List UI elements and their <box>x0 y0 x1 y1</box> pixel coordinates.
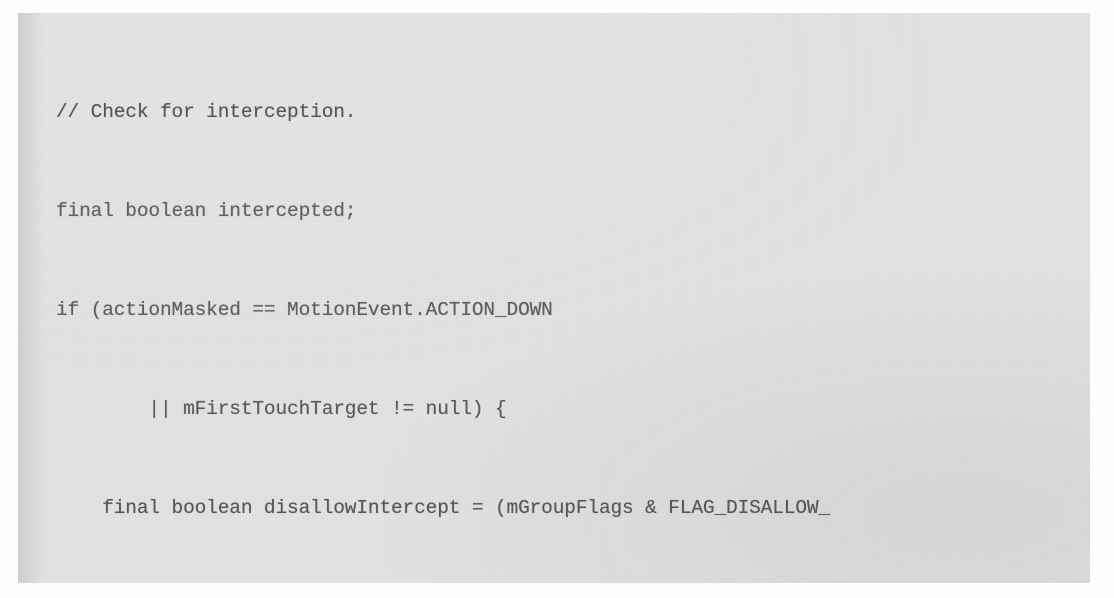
code-listing-text: // Check for interception. final boolean… <box>56 30 1090 583</box>
code-listing-panel: // Check for interception. final boolean… <box>18 13 1090 583</box>
code-line: final boolean intercepted; <box>56 200 357 222</box>
code-line: final boolean disallowIntercept = (mGrou… <box>56 497 830 519</box>
code-line: // Check for interception. <box>56 101 357 123</box>
scanned-page: // Check for interception. final boolean… <box>0 0 1114 598</box>
code-line: || mFirstTouchTarget != null) { <box>56 398 507 420</box>
code-line: if (actionMasked == MotionEvent.ACTION_D… <box>56 299 553 321</box>
page-bottom-margin <box>0 583 1114 598</box>
